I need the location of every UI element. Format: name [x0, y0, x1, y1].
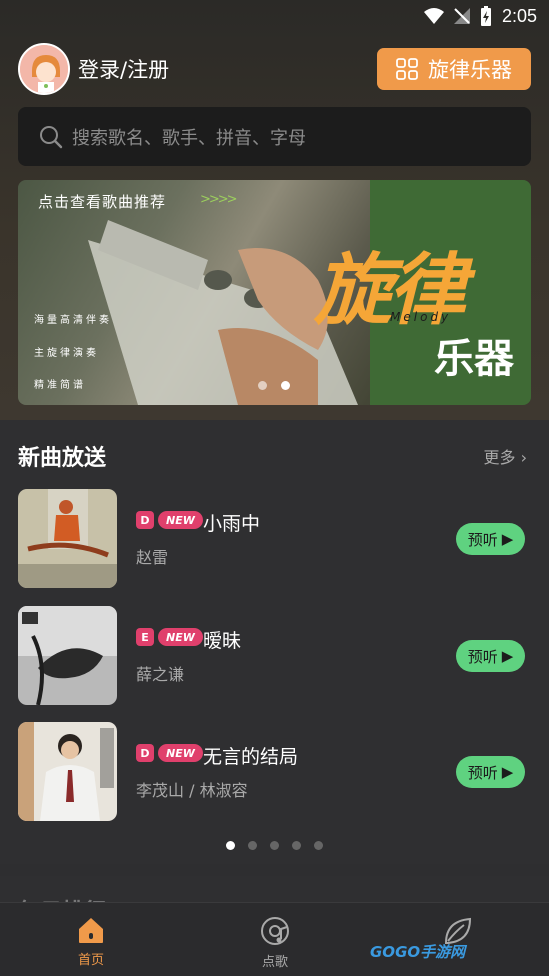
pagination-dot-active	[281, 381, 290, 390]
banner-tip: 点击查看歌曲推荐	[38, 193, 167, 211]
section-title: 新曲放送	[18, 446, 107, 471]
banner-pagination	[258, 381, 290, 390]
banner-feature: 精准简谱	[34, 380, 86, 391]
search-icon	[40, 125, 63, 148]
watermark: GOGO手游网	[370, 943, 466, 961]
search-placeholder: 搜索歌名、歌手、拼音、字母	[72, 127, 306, 149]
album-cover	[18, 722, 117, 821]
grid-icon	[396, 58, 418, 80]
nav-item-songs[interactable]: 点歌	[235, 915, 315, 970]
preview-button[interactable]: 预听 ▶	[456, 640, 525, 672]
status-bar: 2:05	[0, 0, 549, 32]
list-pagination	[226, 841, 323, 850]
promo-banner[interactable]: 点击查看歌曲推荐 >>>> 海量高清伴奏 主旋律演奏 精准简谱 旋律 Melod…	[18, 180, 531, 405]
album-cover	[18, 606, 117, 705]
song-item[interactable]: D NEW 无言的结局 李茂山 / 林淑容 预听 ▶	[18, 722, 531, 822]
search-input[interactable]: 搜索歌名、歌手、拼音、字母	[18, 107, 531, 166]
play-icon: ▶	[501, 530, 514, 548]
song-item[interactable]: E NEW 暧昧 薛之谦 预听 ▶	[18, 606, 531, 706]
preview-label: 预听	[467, 530, 498, 549]
chevron-right-icon: ›	[520, 448, 527, 467]
banner-subtitle: 乐器	[434, 335, 514, 382]
pagination-dot	[314, 841, 323, 850]
nav-label: 点歌	[261, 955, 288, 970]
instrument-button[interactable]: 旋律乐器	[377, 48, 531, 90]
avatar[interactable]	[18, 43, 70, 95]
song-item[interactable]: D NEW 小雨中 赵雷 预听 ▶	[18, 489, 531, 589]
song-title: 无言的结局	[203, 746, 299, 768]
nav-label: 首页	[77, 953, 104, 968]
song-title: 暧昧	[203, 630, 242, 652]
battery-icon	[480, 6, 491, 26]
instrument-button-label: 旋律乐器	[428, 58, 512, 82]
banner-arrows: >>>>	[200, 192, 238, 207]
bottom-nav: 首页 点歌 GOGO手游网	[0, 902, 549, 976]
status-icons: 2:05	[423, 4, 537, 28]
new-badge: NEW	[158, 628, 203, 646]
song-artist: 赵雷	[136, 548, 169, 567]
preview-button[interactable]: 预听 ▶	[456, 523, 525, 555]
pagination-dot	[292, 841, 301, 850]
pagination-dot	[248, 841, 257, 850]
song-badges: E NEW	[136, 628, 203, 646]
song-badges: D NEW	[136, 511, 203, 529]
banner-feature: 主旋律演奏	[34, 348, 99, 359]
home-icon	[79, 918, 103, 943]
preview-label: 预听	[467, 763, 498, 782]
disc-icon	[261, 917, 289, 945]
quality-badge: D	[136, 511, 154, 529]
pagination-dot	[258, 381, 267, 390]
quality-badge: E	[136, 628, 154, 646]
wifi-icon	[423, 8, 444, 24]
album-cover	[18, 489, 117, 588]
album-cover-art	[18, 606, 117, 705]
new-badge: NEW	[158, 744, 203, 762]
song-artist: 李茂山 / 林淑容	[136, 781, 248, 800]
status-time: 2:05	[501, 5, 537, 26]
banner-feature: 海量高清伴奏	[34, 315, 112, 326]
login-link[interactable]: 登录/注册	[78, 54, 169, 84]
play-icon: ▶	[501, 647, 514, 665]
more-label: 更多	[483, 448, 516, 467]
song-artist: 薛之谦	[136, 665, 185, 684]
nav-item-home[interactable]: 首页	[51, 915, 131, 968]
signal-off-icon	[453, 8, 470, 24]
pagination-dot-active	[226, 841, 235, 850]
pagination-dot	[270, 841, 279, 850]
album-cover-art	[18, 489, 117, 588]
play-icon: ▶	[501, 763, 514, 781]
banner-melody: Melody	[390, 310, 452, 324]
new-songs-section: 新曲放送 更多 › D NEW 小雨中 赵雷 预听 ▶ E NEW 暧昧 薛之谦…	[0, 420, 549, 864]
more-link[interactable]: 更多 ›	[483, 444, 527, 468]
song-title: 小雨中	[203, 513, 261, 535]
album-cover-art	[18, 722, 117, 821]
preview-button[interactable]: 预听 ▶	[456, 756, 525, 788]
song-badges: D NEW	[136, 744, 203, 762]
preview-label: 预听	[467, 647, 498, 666]
quality-badge: D	[136, 744, 154, 762]
new-badge: NEW	[158, 511, 203, 529]
